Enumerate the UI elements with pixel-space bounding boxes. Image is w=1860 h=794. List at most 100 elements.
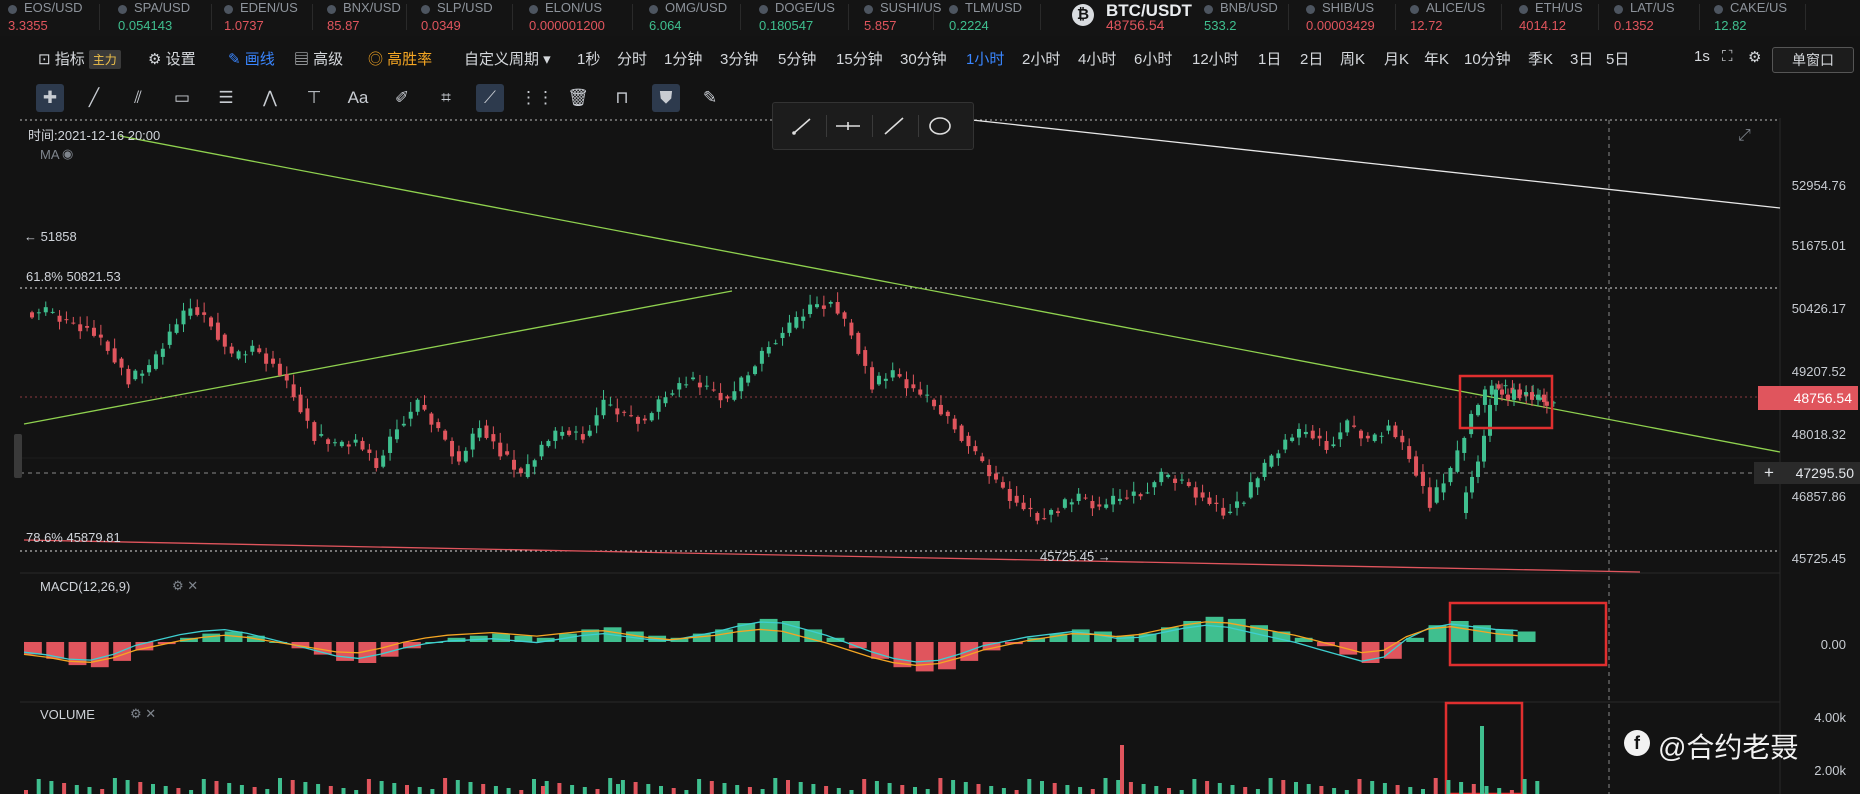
indicator-button[interactable]: ⊡ 指标 主力 xyxy=(38,48,121,69)
advanced-button[interactable]: ▤ 高级 xyxy=(294,48,343,69)
period-15[interactable]: 月K xyxy=(1384,48,1409,69)
ticker-price: 12.82 xyxy=(1714,18,1747,33)
ma-label[interactable]: MA xyxy=(40,147,60,162)
candle-body xyxy=(1200,492,1205,498)
ticker-item[interactable]: SPA/USD 0.054143 xyxy=(110,0,212,36)
candle-body xyxy=(463,450,468,462)
ellipse-icon[interactable] xyxy=(925,113,955,139)
period-9[interactable]: 4小时 xyxy=(1078,48,1116,69)
ticker-item[interactable]: BNX/USD 85.87 xyxy=(319,0,407,36)
ticker-item[interactable]: ALICE/US 12.72 xyxy=(1402,0,1502,36)
candle-body xyxy=(1014,495,1019,503)
period-14[interactable]: 周K xyxy=(1340,48,1365,69)
add-alert-icon[interactable]: + xyxy=(1758,462,1780,484)
rectangle-icon[interactable]: ▭ xyxy=(168,84,196,112)
bookmark-icon[interactable]: ⛊ xyxy=(652,84,680,112)
volume-bar xyxy=(798,782,803,794)
brush-icon[interactable]: ✐ xyxy=(388,84,416,112)
ray-icon[interactable] xyxy=(787,113,817,139)
period-1[interactable]: 分时 xyxy=(617,48,647,69)
period-6[interactable]: 30分钟 xyxy=(900,48,947,69)
volume-bar xyxy=(1459,782,1464,794)
ticker-item[interactable]: OMG/USD 6.064 xyxy=(641,0,741,36)
interval-label[interactable]: 1s xyxy=(1694,48,1710,65)
period-0[interactable]: 1秒 xyxy=(577,48,600,69)
candle-body xyxy=(828,302,833,304)
volume-bar xyxy=(824,786,829,794)
volume-label[interactable]: VOLUME xyxy=(40,707,95,722)
parallel-channel-icon[interactable]: ⫽ xyxy=(124,84,152,112)
macd-settings-icon[interactable]: ⚙ ✕ xyxy=(172,578,198,594)
candle-body xyxy=(140,373,145,376)
crosshair-icon[interactable]: ✚ xyxy=(36,84,64,112)
draw-button[interactable]: ✎ 画线 xyxy=(228,48,275,69)
candle-style-icon[interactable]: ⋮⋮ xyxy=(520,84,554,112)
candle-body xyxy=(1049,509,1054,515)
ticker-item[interactable]: SLP/USD 0.0349 xyxy=(413,0,513,36)
divider xyxy=(1288,4,1289,30)
horizontal-line-icon[interactable] xyxy=(833,113,863,139)
volume-bar xyxy=(1128,782,1133,794)
ticker-item[interactable]: DOGE/US 0.180547 xyxy=(751,0,849,36)
delete-icon[interactable]: 🗑 xyxy=(564,84,592,112)
period-19[interactable]: 3日 xyxy=(1570,48,1593,69)
period-7[interactable]: 1小时 xyxy=(966,48,1004,69)
period-12[interactable]: 1日 xyxy=(1258,48,1281,69)
candle-body xyxy=(1427,487,1432,508)
trend-line-icon[interactable] xyxy=(879,113,909,139)
eye-icon[interactable]: ◉ xyxy=(62,146,73,162)
pattern-icon[interactable]: ⋀ xyxy=(256,84,284,112)
period-3[interactable]: 3分钟 xyxy=(720,48,758,69)
period-20[interactable]: 5日 xyxy=(1606,48,1629,69)
settings-icon[interactable]: ⚙ xyxy=(1748,48,1761,66)
window-select[interactable]: 单窗口 xyxy=(1772,47,1854,73)
ticker-item[interactable]: BNB/USD 533.2 xyxy=(1196,0,1289,36)
line-icon[interactable]: ╱ xyxy=(80,84,108,112)
candle-body xyxy=(484,425,489,438)
ticker-item[interactable]: ETH/US 4014.12 xyxy=(1511,0,1599,36)
period-5[interactable]: 15分钟 xyxy=(836,48,883,69)
text-icon[interactable]: Aa xyxy=(344,84,372,112)
candle-body xyxy=(746,375,751,383)
coin-icon xyxy=(421,5,430,14)
settings-button[interactable]: ⚙ 设置 xyxy=(148,48,196,69)
volume-bar xyxy=(1421,789,1425,794)
period-17[interactable]: 10分钟 xyxy=(1464,48,1511,69)
period-8[interactable]: 2小时 xyxy=(1022,48,1060,69)
ticker-item[interactable]: SUSHI/US 5.857 xyxy=(856,0,941,36)
candle-body xyxy=(1035,512,1040,521)
ticker-item[interactable]: TLM/USD 0.2224 xyxy=(941,0,1041,36)
ticker-price: 533.2 xyxy=(1204,18,1237,33)
ticker-item[interactable]: SHIB/US 0.00003429 xyxy=(1298,0,1396,36)
ruler-icon[interactable]: ⌗ xyxy=(432,84,460,112)
volume-bar xyxy=(1480,726,1484,794)
note-icon[interactable]: ✎ xyxy=(696,84,724,112)
period-16[interactable]: 年K xyxy=(1424,48,1449,69)
volume-settings-icon[interactable]: ⚙ ✕ xyxy=(130,706,156,722)
win-rate-button[interactable]: ◎ 高胜率 xyxy=(368,48,432,69)
custom-period-dropdown[interactable]: 自定义周期 ▾ xyxy=(464,48,551,69)
ticker-item[interactable]: LAT/US 0.1352 xyxy=(1606,0,1700,36)
ticker-item[interactable]: EOS/USD 3.3355 xyxy=(0,0,100,36)
volume-bar xyxy=(430,789,435,794)
volume-bar xyxy=(951,780,956,794)
projection-icon[interactable]: ⟋ xyxy=(476,84,504,112)
period-13[interactable]: 2日 xyxy=(1300,48,1323,69)
fullscreen-icon[interactable]: ⛶ xyxy=(1722,48,1733,65)
ticker-item[interactable]: ELON/US 0.000001200 xyxy=(521,0,633,36)
fib-icon[interactable]: ☰ xyxy=(212,84,240,112)
expand-icon[interactable]: ⤢ xyxy=(1738,127,1751,145)
panel-collapse-handle[interactable] xyxy=(14,434,22,478)
ticker-item[interactable]: CAKE/US 12.82 xyxy=(1706,0,1806,36)
measure-icon[interactable]: ⊤ xyxy=(300,84,328,112)
macd-label[interactable]: MACD(12,26,9) xyxy=(40,579,130,594)
period-10[interactable]: 6小时 xyxy=(1134,48,1172,69)
period-11[interactable]: 12小时 xyxy=(1192,48,1239,69)
magnet-icon[interactable]: ⊓ xyxy=(608,84,636,112)
period-18[interactable]: 季K xyxy=(1528,48,1553,69)
period-4[interactable]: 5分钟 xyxy=(778,48,816,69)
volume-bar xyxy=(341,788,346,794)
period-2[interactable]: 1分钟 xyxy=(664,48,702,69)
price-chart[interactable] xyxy=(0,118,1860,794)
ticker-item[interactable]: EDEN/US 1.0737 xyxy=(216,0,313,36)
